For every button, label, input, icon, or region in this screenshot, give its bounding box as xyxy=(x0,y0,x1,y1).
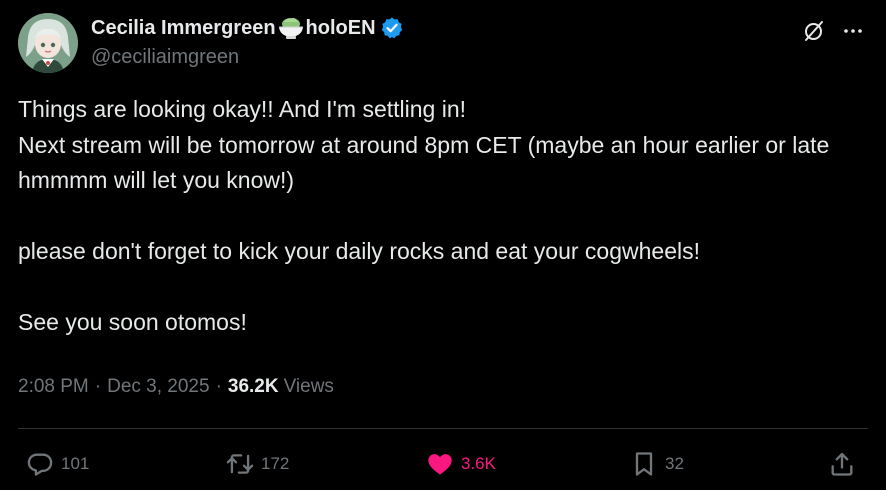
like-count: 3.6K xyxy=(461,454,496,473)
tweet-date[interactable]: Dec 3, 2025 xyxy=(107,376,209,398)
meta-separator: · xyxy=(94,376,102,397)
tweet-paragraph: See you soon otomos! xyxy=(18,309,247,335)
retweet-count: 172 xyxy=(261,454,290,473)
retweet-icon xyxy=(222,446,258,482)
bookmark-icon xyxy=(626,446,662,482)
reply-count: 101 xyxy=(61,454,90,473)
more-icon[interactable] xyxy=(838,16,868,46)
avatar[interactable] xyxy=(18,13,78,73)
heart-icon xyxy=(422,446,458,482)
tweet: Cecilia Immergreen holoEN @ceciliaimgree… xyxy=(0,0,886,490)
display-name-part1: Cecilia Immergreen xyxy=(91,16,276,39)
meta-separator: · xyxy=(215,376,222,397)
divider xyxy=(18,428,868,429)
matcha-bowl-icon xyxy=(277,16,305,40)
views-count[interactable]: 36.2K xyxy=(228,376,279,398)
share-button[interactable] xyxy=(824,446,860,482)
reply-button[interactable]: 101 xyxy=(22,446,89,482)
tweet-time[interactable]: 2:08 PM xyxy=(18,376,89,398)
author-display-name[interactable]: Cecilia Immergreen holoEN xyxy=(91,13,404,43)
share-icon xyxy=(824,446,860,482)
bookmark-count: 32 xyxy=(665,454,684,473)
views-label: Views xyxy=(283,376,334,397)
author-handle[interactable]: @ceciliaimgreen xyxy=(91,46,239,69)
display-name-part2: holoEN xyxy=(305,16,376,39)
tweet-paragraph: Things are looking okay!! And I'm settli… xyxy=(18,96,830,193)
tweet-paragraph: please don't forget to kick your daily r… xyxy=(18,238,700,264)
reply-icon xyxy=(22,446,58,482)
like-button[interactable]: 3.6K xyxy=(422,446,496,482)
tweet-text: Things are looking okay!! And I'm settli… xyxy=(18,92,878,341)
verified-badge-icon[interactable] xyxy=(380,16,404,40)
bookmark-button[interactable]: 32 xyxy=(626,446,684,482)
grok-icon[interactable] xyxy=(799,16,829,46)
tweet-meta: 2:08 PM · Dec 3, 2025 · 36.2K Views xyxy=(18,371,334,403)
retweet-button[interactable]: 172 xyxy=(222,446,289,482)
